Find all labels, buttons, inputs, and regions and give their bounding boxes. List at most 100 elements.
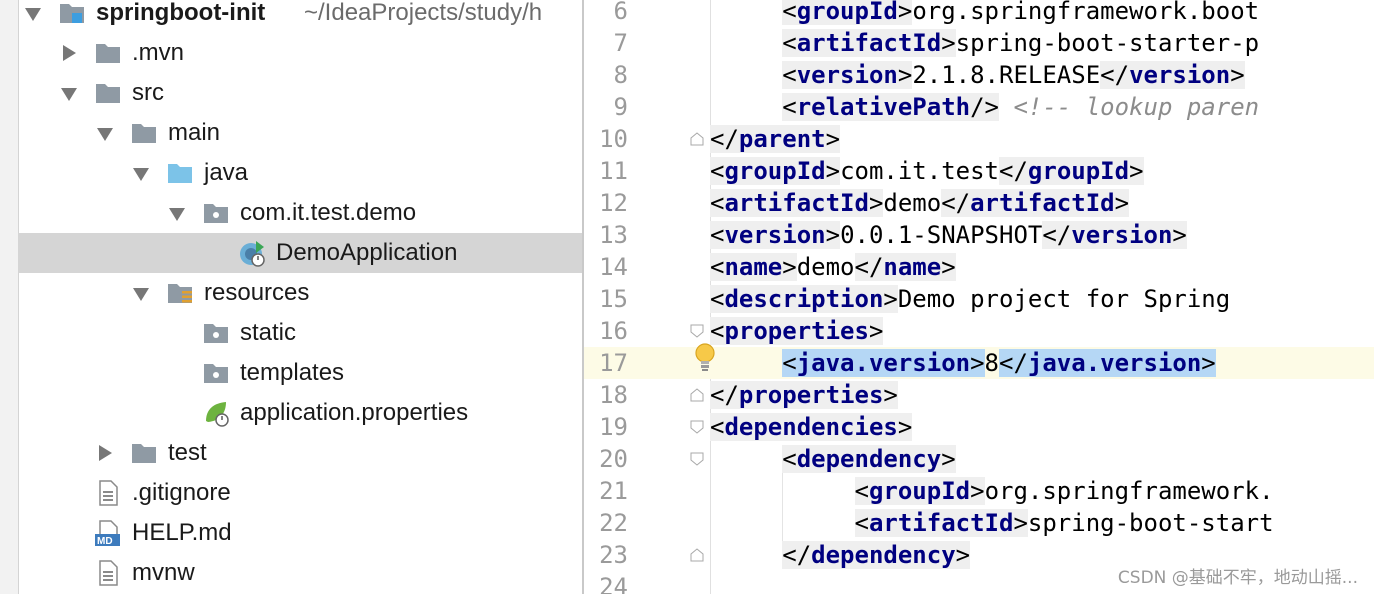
fold-marker-icon[interactable] <box>690 452 704 466</box>
tree-gutter <box>0 0 19 594</box>
xml-tag-name: name <box>883 253 942 281</box>
fold-marker-icon[interactable] <box>690 548 704 562</box>
code-line[interactable]: 18 </properties> <box>584 379 1374 411</box>
chevron-down-icon[interactable] <box>132 285 150 303</box>
code-line[interactable]: 15 <description>Demo project for Spring <box>584 283 1374 315</box>
code-text: <version>2.1.8.RELEASE</version> <box>782 59 1245 91</box>
line-number[interactable]: 17 <box>584 347 628 379</box>
code-text: <groupId>com.it.test</groupId> <box>710 155 1144 187</box>
code-line[interactable]: 21 <groupId>org.springframework. <box>584 475 1374 507</box>
line-number[interactable]: 13 <box>584 219 628 251</box>
tree-item-label: src <box>132 79 164 106</box>
tree-item-demoapplication[interactable]: DemoApplication <box>18 233 582 273</box>
line-number[interactable]: 18 <box>584 379 628 411</box>
fold-marker-icon[interactable] <box>690 388 704 402</box>
line-number[interactable]: 24 <box>584 571 628 594</box>
xml-tag-name: version <box>1129 61 1231 89</box>
tree-item-gitignore[interactable]: .gitignore <box>18 473 582 513</box>
xml-text: spring-boot-start <box>1027 509 1274 537</box>
tag-bracket: > <box>897 0 913 25</box>
xml-tag-name: parent <box>738 125 826 153</box>
tag-bracket: > <box>868 317 884 345</box>
chevron-down-icon[interactable] <box>132 165 150 183</box>
chevron-down-icon[interactable] <box>24 5 42 23</box>
fold-marker-icon[interactable] <box>690 420 704 434</box>
chevron-right-icon[interactable] <box>96 444 114 462</box>
line-number[interactable]: 7 <box>584 27 628 59</box>
tree-item-root[interactable]: springboot-init ~/IdeaProjects/study/h <box>18 0 582 33</box>
tree-item-label: java <box>204 159 249 186</box>
code-line[interactable]: 14 <name>demo</name> <box>584 251 1374 283</box>
code-line[interactable]: 19 <dependencies> <box>584 411 1374 443</box>
fold-marker-icon[interactable] <box>690 132 704 146</box>
line-number[interactable]: 20 <box>584 443 628 475</box>
lightbulb-icon[interactable] <box>692 342 718 372</box>
code-line[interactable]: 6 <groupId>org.springframework.boot <box>584 0 1374 27</box>
chevron-right-icon[interactable] <box>60 44 78 62</box>
code-line[interactable]: 11 <groupId>com.it.test</groupId> <box>584 155 1374 187</box>
tag-bracket: > <box>1013 509 1028 537</box>
text-file-icon <box>94 559 122 587</box>
code-editor[interactable]: 6 <groupId>org.springframework.boot 7 <arti… <box>584 0 1374 594</box>
tree-item-test[interactable]: test <box>18 433 582 473</box>
line-number[interactable]: 22 <box>584 507 628 539</box>
tag-bracket: < <box>782 93 797 121</box>
tree-item-application-properties[interactable]: application.properties <box>18 393 582 433</box>
tree-item-templates[interactable]: templates <box>18 353 582 393</box>
code-text: <properties> <box>710 315 884 347</box>
code-line[interactable]: 10 </parent> <box>584 123 1374 155</box>
chevron-down-icon[interactable] <box>96 125 114 143</box>
tag-bracket: < <box>710 157 725 185</box>
code-line[interactable]: 7 <artifactId>spring-boot-starter-p <box>584 27 1374 59</box>
chevron-down-icon[interactable] <box>60 85 78 103</box>
line-number[interactable]: 10 <box>584 123 628 155</box>
tree-item-resources[interactable]: resources <box>18 273 582 313</box>
line-number[interactable]: 23 <box>584 539 628 571</box>
xml-tag-name: description <box>724 285 884 313</box>
line-number[interactable]: 9 <box>584 91 628 123</box>
code-line[interactable]: 8 <version>2.1.8.RELEASE</version> <box>584 59 1374 91</box>
code-text: <groupId>org.springframework. <box>854 475 1274 507</box>
code-line[interactable]: 22 <artifactId>spring-boot-start <box>584 507 1374 539</box>
fold-marker-icon[interactable] <box>690 324 704 338</box>
text-file-icon <box>94 479 122 507</box>
tree-item-help-md[interactable]: MD HELP.md <box>18 513 582 553</box>
code-line[interactable]: 12 <artifactId>demo</artifactId> <box>584 187 1374 219</box>
code-line[interactable]: 13 <version>0.0.1-SNAPSHOT</version> <box>584 219 1374 251</box>
line-number[interactable]: 16 <box>584 315 628 347</box>
code-line[interactable]: 20 <dependency> <box>584 443 1374 475</box>
tag-bracket: > <box>941 29 956 57</box>
line-number[interactable]: 19 <box>584 411 628 443</box>
line-number[interactable]: 11 <box>584 155 628 187</box>
xml-tag-name: java.version <box>1027 349 1202 377</box>
xml-close-tag: </version> <box>1100 61 1245 89</box>
code-text: <artifactId>spring-boot-start <box>854 507 1274 539</box>
line-number[interactable]: 12 <box>584 187 628 219</box>
xml-tag-name: groupId <box>1027 157 1130 185</box>
tree-item-main[interactable]: main <box>18 113 582 153</box>
tree-item-java[interactable]: java <box>18 153 582 193</box>
line-number[interactable]: 14 <box>584 251 628 283</box>
tree-item-mvnw[interactable]: mvnw <box>18 553 582 593</box>
xml-open-tag: <artifactId> <box>782 29 956 57</box>
xml-open-tag: <version> <box>782 61 913 89</box>
tree-item-mvn[interactable]: .mvn <box>18 33 582 73</box>
tree-item-package[interactable]: com.it.test.demo <box>18 193 582 233</box>
tag-bracket: </ <box>710 125 739 153</box>
xml-close-tag: </groupId> <box>999 157 1144 185</box>
tree-item-label: .mvn <box>132 39 185 66</box>
line-number[interactable]: 15 <box>584 283 628 315</box>
code-text: <dependency> <box>782 443 956 475</box>
folder-icon <box>94 79 122 107</box>
xml-tag-name: artifactId <box>724 189 869 217</box>
chevron-down-icon[interactable] <box>168 205 186 223</box>
line-number[interactable]: 6 <box>584 0 628 27</box>
xml-text: 2.1.8.RELEASE <box>912 61 1101 89</box>
xml-text: demo <box>796 253 855 281</box>
tree-item-static[interactable]: static <box>18 313 582 353</box>
code-line[interactable]: 9 <relativePath/> <!-- lookup paren <box>584 91 1374 123</box>
line-number[interactable]: 8 <box>584 59 628 91</box>
line-number[interactable]: 21 <box>584 475 628 507</box>
xml-open-tag: <relativePath/> <box>782 93 999 121</box>
tree-item-src[interactable]: src <box>18 73 582 113</box>
